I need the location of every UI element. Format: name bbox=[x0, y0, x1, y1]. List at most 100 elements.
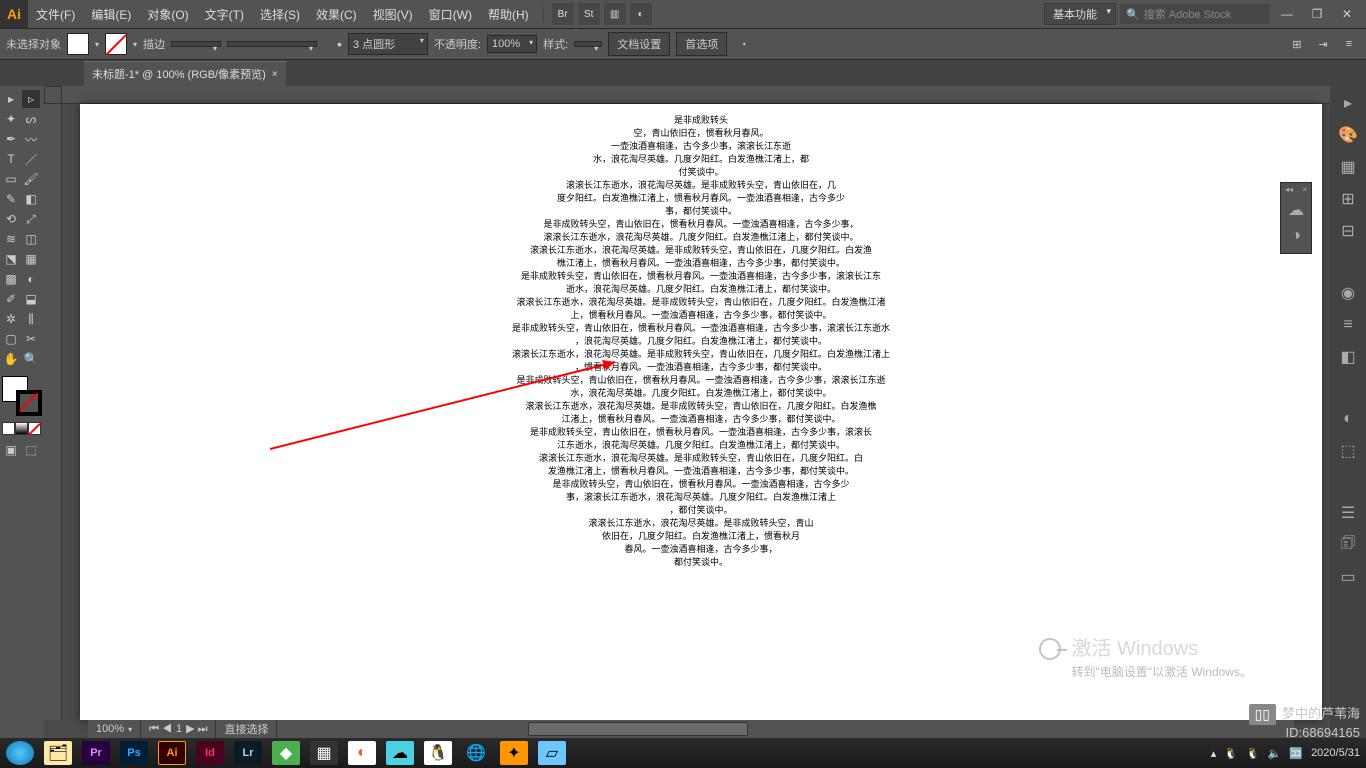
perspective-tool[interactable]: ▦ bbox=[22, 250, 40, 268]
bridge-icon[interactable]: Br bbox=[552, 3, 574, 25]
horizontal-scrollbar[interactable] bbox=[448, 720, 1274, 738]
symbols-panel-icon[interactable]: ⊟ bbox=[1337, 220, 1359, 242]
arrange-docs-icon[interactable]: ▥ bbox=[604, 3, 626, 25]
mesh-tool[interactable]: ▩ bbox=[2, 270, 20, 288]
artboards-panel-icon[interactable]: ▭ bbox=[1337, 566, 1359, 588]
brush-field[interactable]: 3 点圆形 bbox=[348, 33, 428, 55]
panel-menu-icon[interactable]: ≡ bbox=[1338, 33, 1360, 55]
color-none[interactable] bbox=[28, 422, 41, 435]
screen-mode-toggle[interactable]: ⬚ bbox=[22, 441, 40, 459]
shape-builder-tool[interactable]: ⬔ bbox=[2, 250, 20, 268]
opacity-field[interactable]: 100% bbox=[487, 35, 537, 53]
stroke-profile-field[interactable] bbox=[227, 41, 317, 47]
taskbar-indesign-icon[interactable]: Id bbox=[196, 741, 224, 765]
prefs-icon[interactable]: 🞘 bbox=[733, 33, 755, 55]
circular-text-object[interactable]: 是非成败转头空，青山依旧在，惯看秋月春风。一壶浊酒喜相逢，古今多少事，滚滚长江东… bbox=[436, 114, 966, 569]
menu-effect[interactable]: 效果(C) bbox=[308, 6, 365, 23]
curvature-tool[interactable]: 〰 bbox=[22, 130, 40, 148]
document-tab[interactable]: 未标题-1* @ 100% (RGB/像素预览) × bbox=[84, 61, 286, 86]
panel-close-icon[interactable]: × bbox=[1302, 185, 1307, 195]
line-tool[interactable]: ／ bbox=[22, 150, 40, 168]
taskbar-illustrator-icon[interactable]: Ai bbox=[158, 741, 186, 765]
prefs-button[interactable]: 首选项 bbox=[676, 32, 727, 56]
taskbar-photoshop-icon[interactable]: Ps bbox=[120, 741, 148, 765]
tray-qq2-icon[interactable]: 🐧 bbox=[1246, 747, 1260, 760]
stroke-panel-icon[interactable]: ◉ bbox=[1337, 282, 1359, 304]
fill-swatch[interactable] bbox=[67, 33, 89, 55]
gpu-icon[interactable]: ◐ bbox=[630, 3, 652, 25]
canvas-area[interactable]: 是非成败转头空，青山依旧在，惯看秋月春风。一壶浊酒喜相逢，古今多少事，滚滚长江东… bbox=[44, 86, 1330, 738]
taskbar-explorer-icon[interactable]: 🗂 bbox=[44, 741, 72, 765]
brushes-panel-icon[interactable]: ⊞ bbox=[1337, 188, 1359, 210]
floating-properties-panel[interactable]: ◂◂× ☁ ◑ bbox=[1280, 182, 1312, 254]
gradient-tool[interactable]: ◐ bbox=[22, 270, 40, 288]
window-close-icon[interactable]: ✕ bbox=[1334, 5, 1360, 23]
color-normal[interactable] bbox=[2, 422, 15, 435]
graphic-styles-panel-icon[interactable]: ⬚ bbox=[1337, 440, 1359, 462]
transparency-panel-icon[interactable]: ◧ bbox=[1337, 346, 1359, 368]
artboard-tool[interactable]: ▢ bbox=[2, 330, 20, 348]
window-restore-icon[interactable]: ❐ bbox=[1304, 5, 1330, 23]
type-tool[interactable]: T bbox=[2, 150, 20, 168]
swatches-panel-icon[interactable]: ▦ bbox=[1337, 156, 1359, 178]
libraries-panel-icon[interactable]: ☁ bbox=[1283, 199, 1309, 221]
magic-wand-tool[interactable]: ✦ bbox=[2, 110, 20, 128]
blend-tool[interactable]: ⬓ bbox=[22, 290, 40, 308]
ruler-horizontal[interactable] bbox=[62, 86, 1330, 104]
doc-setup-button[interactable]: 文档设置 bbox=[608, 32, 670, 56]
tray-up-icon[interactable]: ▴ bbox=[1211, 747, 1217, 760]
graph-tool[interactable]: ⫼ bbox=[22, 310, 40, 328]
color-gradient[interactable] bbox=[15, 422, 28, 435]
tab-close-icon[interactable]: × bbox=[272, 69, 278, 80]
taskbar-browser-icon[interactable] bbox=[6, 741, 34, 765]
taskbar-app1-icon[interactable]: ◆ bbox=[272, 741, 300, 765]
taskbar-app5-icon[interactable]: ✦ bbox=[500, 741, 528, 765]
ruler-vertical[interactable] bbox=[44, 104, 62, 720]
expand-dock-icon[interactable]: ▸ bbox=[1337, 92, 1359, 114]
hand-tool[interactable]: ✋ bbox=[2, 350, 20, 368]
taskbar-lightroom-icon[interactable]: Lr bbox=[234, 741, 262, 765]
menu-view[interactable]: 视图(V) bbox=[365, 6, 421, 23]
stroke-width-field[interactable] bbox=[171, 41, 221, 47]
stroke-box[interactable] bbox=[16, 390, 42, 416]
menu-file[interactable]: 文件(F) bbox=[28, 6, 83, 23]
taskbar-qq-icon[interactable]: 🐧 bbox=[424, 741, 452, 765]
free-transform-tool[interactable]: ◫ bbox=[22, 230, 40, 248]
menu-type[interactable]: 文字(T) bbox=[197, 6, 252, 23]
tray-ime-icon[interactable]: 🈁 bbox=[1289, 747, 1303, 760]
style-field[interactable] bbox=[574, 41, 602, 47]
taskbar-premiere-icon[interactable]: Pr bbox=[82, 741, 110, 765]
artboard[interactable]: 是非成败转头空，青山依旧在，惯看秋月春风。一壶浊酒喜相逢，古今多少事，滚滚长江东… bbox=[80, 104, 1322, 720]
tray-clock[interactable]: 2020/5/31 bbox=[1311, 747, 1360, 759]
rectangle-tool[interactable]: ▭ bbox=[2, 170, 20, 188]
taskbar-app6-icon[interactable]: ▱ bbox=[538, 741, 566, 765]
symbol-tool[interactable]: ✲ bbox=[2, 310, 20, 328]
pen-tool[interactable]: ✒ bbox=[2, 130, 20, 148]
rotate-tool[interactable]: ⟲ bbox=[2, 210, 20, 228]
tray-qq1-icon[interactable]: 🐧 bbox=[1224, 747, 1238, 760]
direct-selection-tool[interactable]: ▹ bbox=[22, 90, 40, 108]
eyedropper-tool[interactable]: ✐ bbox=[2, 290, 20, 308]
menu-help[interactable]: 帮助(H) bbox=[480, 6, 537, 23]
selection-tool[interactable]: ▸ bbox=[2, 90, 20, 108]
zoom-level[interactable]: 100% ▾ bbox=[88, 720, 141, 738]
ruler-origin[interactable] bbox=[44, 86, 62, 104]
lasso-tool[interactable]: ᔕ bbox=[22, 110, 40, 128]
brush-tool[interactable]: 🖌 bbox=[22, 170, 40, 188]
menu-object[interactable]: 对象(O) bbox=[139, 6, 196, 23]
properties-panel-icon[interactable]: ◑ bbox=[1283, 225, 1309, 247]
taskbar-app4-icon[interactable]: ☁ bbox=[386, 741, 414, 765]
align-icon[interactable]: ⊞ bbox=[1286, 33, 1308, 55]
appearance-panel-icon[interactable]: ◐ bbox=[1337, 408, 1359, 430]
workspace-dropdown[interactable]: 基本功能 bbox=[1044, 3, 1116, 25]
reflect-tool[interactable]: ⤢ bbox=[22, 210, 40, 228]
search-stock-input[interactable]: 🔍搜索 Adobe Stock bbox=[1120, 4, 1270, 24]
transform-icon[interactable]: ⇥ bbox=[1312, 33, 1334, 55]
color-panel-icon[interactable]: 🎨 bbox=[1337, 124, 1359, 146]
menu-select[interactable]: 选择(S) bbox=[252, 6, 308, 23]
window-minimize-icon[interactable]: ― bbox=[1274, 5, 1300, 23]
menu-window[interactable]: 窗口(W) bbox=[421, 6, 480, 23]
tray-volume-icon[interactable]: 🔈 bbox=[1268, 747, 1282, 760]
screen-mode-normal[interactable]: ▣ bbox=[2, 441, 20, 459]
artboard-nav[interactable]: ⏮ ◀ 1 ▶ ⏭ bbox=[141, 720, 216, 738]
